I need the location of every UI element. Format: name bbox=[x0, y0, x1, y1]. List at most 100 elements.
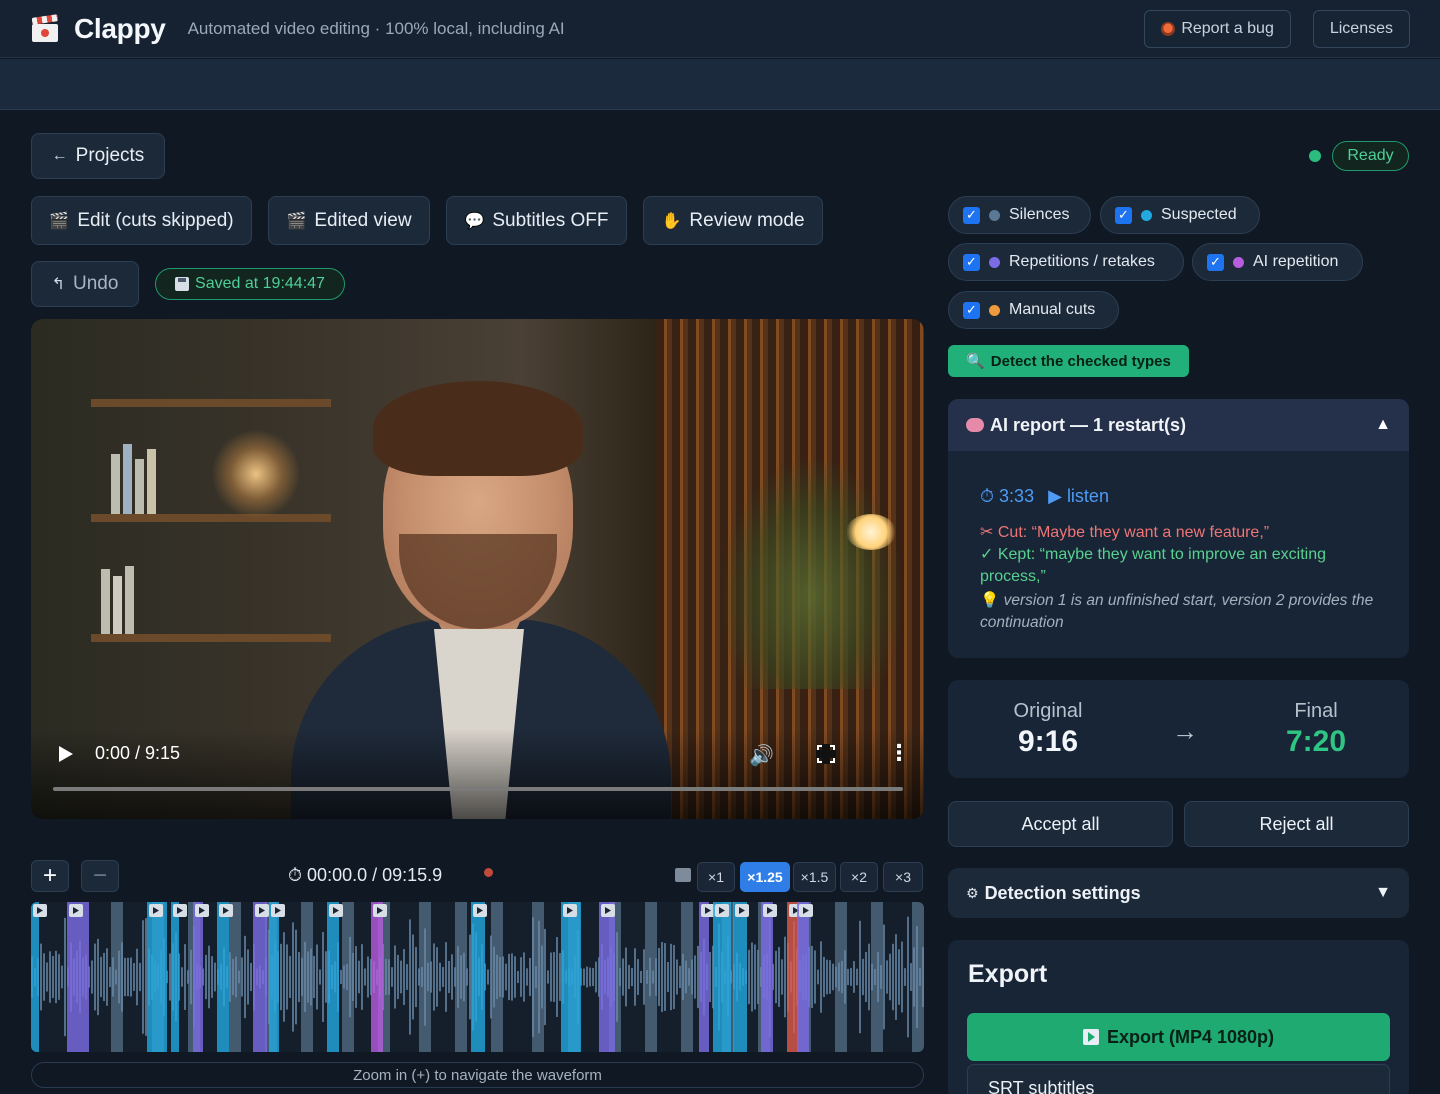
expand-icon: ▼ bbox=[1375, 884, 1391, 901]
original-label: Original bbox=[1013, 700, 1083, 722]
filter-color-dot bbox=[1233, 256, 1244, 268]
speed-option[interactable]: ×1.25 bbox=[740, 862, 790, 892]
video-progress-bar[interactable] bbox=[53, 787, 903, 791]
reject-all-button[interactable]: Reject all bbox=[1184, 801, 1409, 847]
speed-option[interactable]: ×3 bbox=[883, 862, 923, 892]
tagline: Automated video editing · 100% local, in… bbox=[187, 18, 565, 38]
export-title: Export bbox=[968, 960, 1048, 988]
brand-name: Clappy bbox=[74, 12, 166, 44]
undo-label: Undo bbox=[72, 273, 119, 294]
filter-color-dot bbox=[989, 304, 1000, 316]
fullscreen-icon[interactable] bbox=[816, 744, 836, 764]
speed-option[interactable]: ×2 bbox=[840, 862, 878, 892]
filter-color-dot bbox=[989, 209, 1000, 221]
bug-icon bbox=[1161, 21, 1176, 36]
speed-option[interactable]: ×1 bbox=[697, 862, 735, 892]
brain-icon bbox=[966, 418, 984, 432]
duration-summary: Original 9:16 → Final 7:20 bbox=[948, 680, 1409, 778]
licenses-button[interactable]: Licenses bbox=[1312, 9, 1410, 48]
filter-label: AI repetition bbox=[1253, 253, 1339, 270]
ai-report-header[interactable]: AI report — 1 restart(s) ▲ bbox=[948, 399, 1409, 451]
play-icon bbox=[1082, 1029, 1099, 1045]
edit-mode-button[interactable]: 🎬 Edit (cuts skipped) bbox=[31, 196, 252, 245]
secondary-strip bbox=[0, 59, 1440, 110]
report-bug-button[interactable]: Report a bug bbox=[1144, 9, 1291, 48]
video-time: 0:00 / 9:15 bbox=[95, 743, 181, 763]
gear-icon: ⚙ bbox=[966, 884, 979, 901]
ai-report-item: ⏱ 3:33 ▶ listen bbox=[980, 486, 1109, 507]
arrow-right-icon: → bbox=[1172, 716, 1198, 746]
accept-all-button[interactable]: Accept all bbox=[948, 801, 1173, 847]
filter-label: Manual cuts bbox=[1009, 301, 1096, 318]
saved-status-badge: Saved at 19:44:47 bbox=[155, 268, 345, 300]
listen-link[interactable]: ▶ listen bbox=[1048, 486, 1109, 507]
export-srt-button[interactable]: SRT subtitles bbox=[967, 1064, 1390, 1094]
edited-view-button[interactable]: 🎬 Edited view bbox=[268, 196, 430, 245]
filter-label: Repetitions / retakes bbox=[1009, 253, 1155, 270]
waveform-hint: Zoom in (+) to navigate the waveform bbox=[31, 1062, 924, 1088]
timestamp-link[interactable]: ⏱ 3:33 bbox=[980, 486, 1034, 507]
speech-bubble-icon: 💬 bbox=[464, 212, 485, 230]
clapper-icon: 🎬 bbox=[286, 212, 307, 230]
lightbulb-icon: 💡 bbox=[980, 592, 1000, 609]
filter-label: Suspected bbox=[1161, 206, 1237, 223]
filter-color-dot bbox=[989, 256, 1000, 268]
ready-status-badge: Ready bbox=[1332, 141, 1409, 171]
ai-note-text: 💡 version 1 is an unfinished start, vers… bbox=[980, 592, 1374, 631]
final-label: Final bbox=[1294, 700, 1338, 722]
detection-settings-label: Detection settings bbox=[984, 882, 1141, 903]
marker-pin-icon[interactable] bbox=[484, 868, 493, 877]
filter-color-dot bbox=[1141, 209, 1152, 221]
ai-kept-text: ✓ Kept: “maybe they want to improve an e… bbox=[980, 546, 1327, 585]
filter-checkbox[interactable]: ✓ bbox=[963, 206, 980, 224]
filter-chip[interactable]: ✓ Manual cuts bbox=[948, 291, 1119, 329]
magnifier-icon: 🔍 bbox=[966, 353, 985, 370]
export-panel: Export Export (MP4 1080p) SRT subtitles bbox=[948, 940, 1409, 1094]
review-mode-label: Review mode bbox=[689, 209, 805, 231]
filter-label: Silences bbox=[1009, 206, 1070, 223]
top-bar: Clappy Automated video editing · 100% lo… bbox=[0, 0, 1440, 58]
zoom-out-button[interactable]: − bbox=[81, 860, 119, 892]
speed-icon bbox=[675, 868, 691, 882]
collapse-icon[interactable]: ▲ bbox=[1375, 416, 1391, 434]
hand-icon: ✋ bbox=[661, 212, 682, 230]
more-options-icon[interactable]: ⋮ bbox=[888, 742, 910, 764]
filter-chip[interactable]: ✓ Suspected bbox=[1100, 196, 1260, 234]
filter-checkbox[interactable]: ✓ bbox=[1207, 253, 1224, 271]
final-duration: 7:20 bbox=[1285, 725, 1347, 758]
projects-button[interactable]: ← Projects bbox=[31, 133, 165, 179]
review-mode-button[interactable]: ✋ Review mode bbox=[643, 196, 823, 245]
edit-mode-label: Edit (cuts skipped) bbox=[77, 209, 234, 231]
filter-checkbox[interactable]: ✓ bbox=[1115, 206, 1132, 224]
subtitles-label: Subtitles OFF bbox=[492, 209, 609, 231]
subtitles-toggle-button[interactable]: 💬 Subtitles OFF bbox=[446, 196, 627, 245]
filter-chip[interactable]: ✓ Silences bbox=[948, 196, 1091, 234]
waveform-svg bbox=[31, 902, 924, 1052]
filter-chip[interactable]: ✓ Repetitions / retakes bbox=[948, 243, 1184, 281]
timeline-time: ⏱ 00:00.0 / 09:15.9 bbox=[288, 865, 443, 885]
filter-checkbox[interactable]: ✓ bbox=[963, 253, 980, 271]
video-player[interactable]: 0:00 / 9:15 🔊 ⋮ bbox=[31, 319, 924, 819]
zoom-in-button[interactable]: + bbox=[31, 860, 69, 892]
waveform[interactable] bbox=[31, 902, 924, 1052]
filter-checkbox[interactable]: ✓ bbox=[963, 301, 980, 319]
play-icon[interactable] bbox=[59, 746, 73, 762]
undo-button[interactable]: ↰ Undo bbox=[31, 261, 139, 307]
detect-label: Detect the checked types bbox=[990, 352, 1171, 370]
detection-settings-toggle[interactable]: ⚙ Detection settings ▼ bbox=[948, 868, 1409, 918]
filter-chip[interactable]: ✓ AI repetition bbox=[1192, 243, 1363, 281]
clapperboard-logo-icon bbox=[30, 13, 60, 44]
volume-icon[interactable]: 🔊 bbox=[749, 743, 774, 768]
undo-icon: ↰ bbox=[51, 276, 65, 293]
status-dot bbox=[1309, 150, 1321, 162]
export-mp4-button[interactable]: Export (MP4 1080p) bbox=[967, 1013, 1390, 1061]
saved-label: Saved at 19:44:47 bbox=[195, 275, 325, 292]
projects-label: Projects bbox=[75, 145, 145, 166]
ai-report-title: AI report — 1 restart(s) bbox=[990, 414, 1187, 435]
original-duration: 9:16 bbox=[1017, 725, 1079, 758]
arrow-left-icon: ← bbox=[51, 147, 68, 164]
export-mp4-label: Export (MP4 1080p) bbox=[1106, 1026, 1275, 1047]
speed-option[interactable]: ×1.5 bbox=[793, 862, 836, 892]
ai-cut-text: ✂ Cut: “Maybe they want a new feature,” bbox=[980, 524, 1270, 541]
detect-button[interactable]: 🔍 Detect the checked types bbox=[948, 345, 1189, 377]
